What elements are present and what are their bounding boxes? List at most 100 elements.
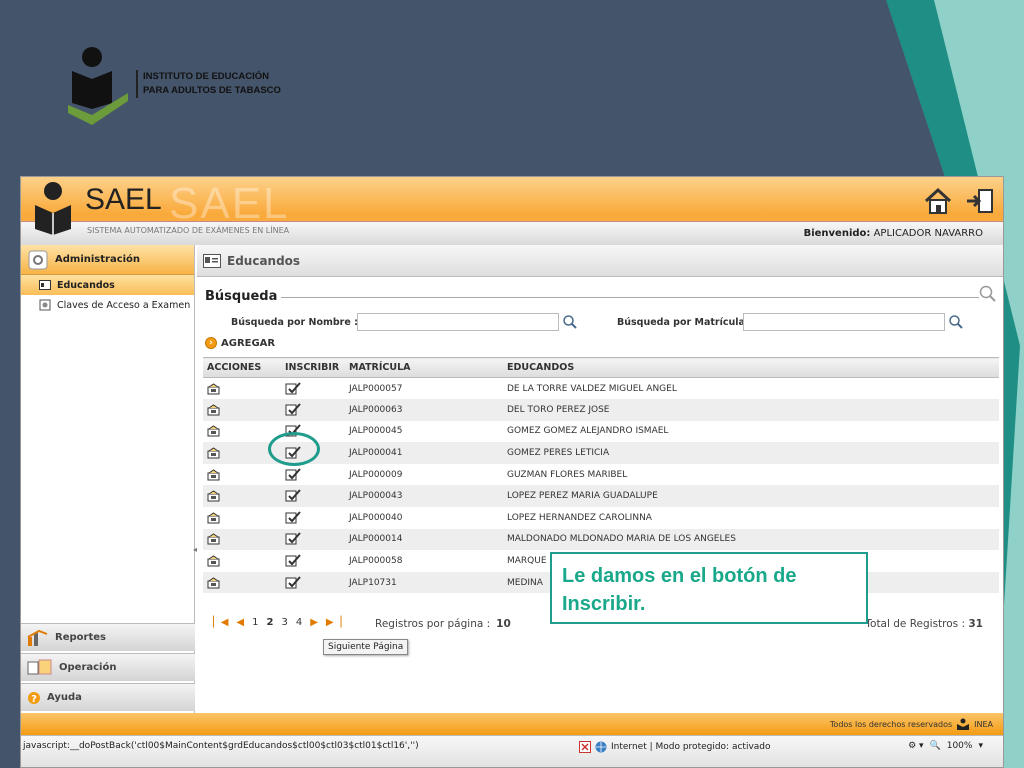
- educando-cell: LOPEZ PEREZ MARIA GUADALUPE: [503, 485, 999, 508]
- sidebar-item-educandos[interactable]: Educandos: [21, 275, 194, 295]
- blocked-icon[interactable]: [579, 741, 591, 753]
- sidebar-item-claves[interactable]: Claves de Acceso a Examen: [21, 295, 194, 315]
- table-row: JALP000045 GOMEZ GOMEZ ALEJANDRO ISMAEL: [203, 421, 999, 443]
- highlight-ring: [268, 432, 320, 466]
- edit-icon[interactable]: [203, 507, 281, 529]
- security-zone: Internet | Modo protegido: activado: [579, 741, 771, 753]
- edit-icon[interactable]: [203, 485, 281, 508]
- sidebar-bottom-label: Ayuda: [47, 692, 82, 703]
- callout-line-1: Le damos en el botón de: [562, 565, 797, 587]
- administration-icon: [28, 250, 48, 269]
- search-mat-icon[interactable]: [949, 315, 963, 329]
- prev-page-icon[interactable]: ◀: [236, 617, 244, 628]
- total-records: Total de Registros : 31: [865, 618, 983, 630]
- page-link[interactable]: 1: [252, 617, 258, 628]
- educando-cell: GUZMAN FLORES MARIBEL: [507, 469, 628, 480]
- matricula-cell: JALP000040: [349, 512, 403, 523]
- table-row: JALP000057 DE LA TORRE VALDEZ MIGUEL ANGE…: [203, 378, 999, 400]
- search-title: Búsqueda: [205, 289, 282, 304]
- column-header[interactable]: INSCRIBIR: [281, 357, 345, 378]
- records-per-page: Registros por página : 10: [375, 618, 511, 630]
- column-header[interactable]: MATRÍCULA: [345, 357, 503, 378]
- rpp-value: 10: [496, 618, 511, 630]
- operation-icon: [27, 659, 52, 674]
- add-icon: ›: [205, 337, 217, 349]
- zoom-value: 100%: [946, 741, 973, 751]
- chevron-down-icon[interactable]: ▾: [978, 741, 983, 751]
- edit-icon[interactable]: [203, 571, 281, 594]
- reports-icon: [27, 629, 48, 646]
- sidebar-ayuda[interactable]: ? Ayuda: [21, 683, 195, 711]
- brand-text: INEA: [974, 719, 993, 729]
- zoom-icon: 🔍: [929, 741, 941, 751]
- column-header[interactable]: ACCIONES: [203, 357, 281, 378]
- edit-icon[interactable]: [203, 421, 281, 443]
- app-subtitle: SISTEMA AUTOMATIZADO DE EXÁMENES EN LÍNE…: [87, 226, 290, 235]
- edit-icon[interactable]: [203, 464, 281, 486]
- search-name-input[interactable]: [357, 313, 559, 331]
- home-icon[interactable]: [923, 187, 953, 215]
- welcome-user: APLICADOR NAVARRO: [873, 228, 983, 239]
- inscribir-icon[interactable]: [281, 571, 345, 594]
- search-divider: [269, 297, 979, 298]
- next-page-icon[interactable]: ▶: [310, 617, 318, 628]
- search-mat-input[interactable]: [743, 313, 945, 331]
- search-mat-label: Búsqueda por Matrícula :: [617, 317, 753, 328]
- sidebar-operacion[interactable]: Operación: [21, 653, 195, 681]
- inscribir-icon[interactable]: [281, 507, 345, 529]
- matricula-cell: JALP000014: [345, 528, 503, 551]
- edit-icon[interactable]: [203, 378, 281, 400]
- edit-icon[interactable]: [203, 399, 281, 421]
- help-icon: ?: [28, 691, 40, 705]
- sidebar-bottom-label: Operación: [59, 662, 117, 673]
- logout-icon[interactable]: [965, 187, 995, 215]
- institute-logo-icon: [68, 47, 128, 125]
- page-link[interactable]: 4: [296, 617, 302, 628]
- welcome-label: Bienvenido:: [803, 228, 871, 239]
- last-page-icon[interactable]: ▶▕: [326, 617, 341, 628]
- page-link-current[interactable]: 2: [266, 617, 273, 628]
- total-value: 31: [968, 618, 983, 630]
- inscribir-icon[interactable]: [281, 378, 345, 400]
- total-label: Total de Registros :: [865, 618, 966, 630]
- id-card-icon: [203, 253, 221, 268]
- inscribir-icon[interactable]: [281, 528, 345, 551]
- educando-cell: GOMEZ GOMEZ ALEJANDRO ISMAEL: [507, 426, 669, 437]
- table-row: JALP000041 GOMEZ PERES LETICIA: [203, 442, 999, 464]
- key-icon: [39, 299, 51, 311]
- inscribir-icon[interactable]: [281, 485, 345, 508]
- table-row: JALP000063 DEL TORO PEREZ JOSE: [203, 399, 999, 421]
- first-page-icon[interactable]: ▏◀: [213, 617, 228, 628]
- sidebar-reportes[interactable]: Reportes: [21, 623, 195, 651]
- matricula-cell: JALP000045: [349, 426, 403, 437]
- settings-dropdown-icon[interactable]: ⚙ ▾: [908, 741, 923, 751]
- instruction-callout: Le damos en el botón de Inscribir.: [550, 552, 868, 624]
- inscribir-icon[interactable]: [281, 464, 345, 486]
- search-toggle-icon[interactable]: [979, 285, 997, 303]
- page-title: Educandos: [227, 253, 301, 268]
- educando-cell: DE LA TORRE VALDEZ MIGUEL ANGEL: [507, 383, 677, 394]
- inscribir-icon[interactable]: [281, 550, 345, 572]
- matricula-cell: JALP000009: [349, 469, 403, 480]
- copyright: Todos los derechos reservados INEA: [830, 718, 993, 730]
- rpp-label: Registros por página :: [375, 618, 491, 630]
- edit-icon[interactable]: [203, 528, 281, 551]
- sidebar-section-administracion[interactable]: Administración: [21, 245, 194, 275]
- sidebar-item-label: Claves de Acceso a Examen: [57, 299, 191, 311]
- table-row: JALP000040 LOPEZ HERNANDEZ CAROLINNA: [203, 507, 999, 529]
- page-link[interactable]: 3: [281, 617, 287, 628]
- column-header[interactable]: EDUCANDOS: [503, 357, 999, 378]
- add-button[interactable]: › AGREGAR: [205, 337, 275, 349]
- search-name-icon[interactable]: [563, 315, 577, 329]
- educando-cell: MALDONADO MLDONADO MARIA DE LOS ANGELES: [503, 528, 999, 551]
- globe-icon: [595, 741, 607, 753]
- app-title: SAEL: [85, 183, 162, 216]
- zoom-control[interactable]: ⚙ ▾ 🔍 100% ▾: [908, 741, 983, 751]
- sidebar-section-label: Administración: [55, 254, 141, 265]
- callout-line-2: Inscribir.: [562, 593, 646, 615]
- sidebar-item-label: Educandos: [57, 279, 115, 291]
- pager: ▏◀ ◀ 1 2 3 4 ▶ ▶▕: [213, 617, 341, 628]
- educando-cell: DEL TORO PEREZ JOSE: [503, 399, 999, 421]
- edit-icon[interactable]: [203, 550, 281, 572]
- inscribir-icon[interactable]: [281, 399, 345, 421]
